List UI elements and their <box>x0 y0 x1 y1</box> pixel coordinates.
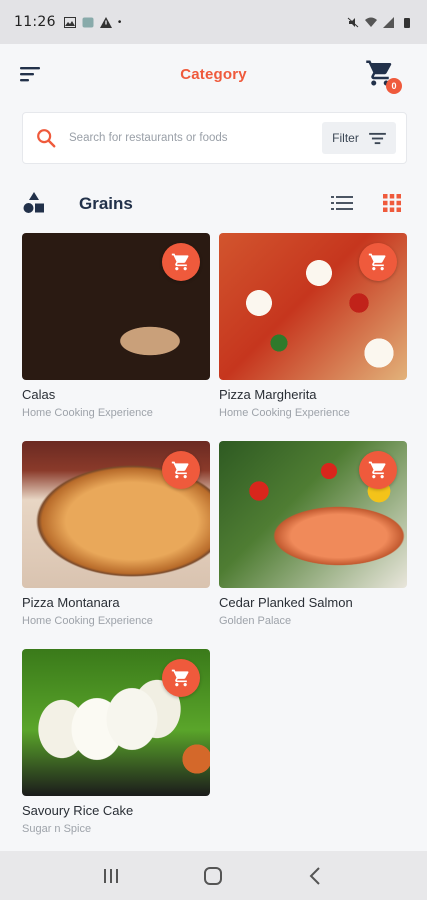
restaurant-name: Home Cooking Experience <box>22 407 153 419</box>
food-name: Cedar Planked Salmon <box>219 595 353 610</box>
battery-icon <box>404 17 410 28</box>
category-name: Grains <box>79 194 133 213</box>
add-to-cart-button[interactable] <box>359 243 397 281</box>
status-bar: 11:26 • <box>0 0 427 44</box>
shopping-cart-icon <box>171 253 189 271</box>
cart-count-badge: 0 <box>386 78 402 94</box>
search-bar: Filter <box>22 112 407 164</box>
recent-apps-icon[interactable] <box>99 864 123 888</box>
home-icon[interactable] <box>201 864 225 888</box>
restaurant-name: Sugar n Spice <box>22 823 92 835</box>
shopping-cart-icon <box>171 461 189 479</box>
category-header: Grains <box>0 188 427 220</box>
search-icon <box>37 129 56 148</box>
filter-icon <box>368 132 386 144</box>
gallery-icon <box>63 16 76 28</box>
wifi-icon <box>365 17 377 27</box>
grid-view-icon[interactable] <box>383 194 401 212</box>
status-time: 11:26 <box>14 14 56 30</box>
restaurant-name: Home Cooking Experience <box>22 615 153 627</box>
app-bar: Category 0 <box>0 44 427 104</box>
page-title: Category <box>180 65 247 83</box>
signal-icon <box>383 16 394 28</box>
add-to-cart-button[interactable] <box>359 451 397 489</box>
food-image <box>22 649 210 796</box>
menu-icon[interactable] <box>18 64 42 84</box>
shapes-icon <box>23 192 44 213</box>
add-to-cart-button[interactable] <box>162 451 200 489</box>
restaurant-name: Home Cooking Experience <box>219 407 350 419</box>
mute-icon <box>347 17 359 27</box>
food-name: Pizza Margherita <box>219 387 317 402</box>
search-input[interactable] <box>69 132 322 144</box>
food-name: Savoury Rice Cake <box>22 803 134 818</box>
food-card[interactable]: Pizza Montanara Home Cooking Experience <box>22 441 210 627</box>
app-notification-icon <box>82 17 94 27</box>
food-card[interactable]: Calas Home Cooking Experience <box>22 233 210 419</box>
shopping-cart-icon <box>171 669 189 687</box>
food-card[interactable]: Pizza Margherita Home Cooking Experience <box>219 233 407 419</box>
food-image <box>219 441 407 588</box>
filter-button[interactable]: Filter <box>322 122 396 154</box>
shopping-cart-icon <box>368 461 386 479</box>
add-to-cart-button[interactable] <box>162 243 200 281</box>
back-icon[interactable] <box>304 864 328 888</box>
system-nav-bar <box>0 851 427 900</box>
dot-icon: • <box>117 16 122 28</box>
food-card[interactable]: Cedar Planked Salmon Golden Palace <box>219 441 407 627</box>
cart-button[interactable]: 0 <box>365 58 402 94</box>
food-image <box>22 441 210 588</box>
food-image <box>219 233 407 380</box>
food-name: Pizza Montanara <box>22 595 120 610</box>
add-to-cart-button[interactable] <box>162 659 200 697</box>
list-view-icon[interactable] <box>331 194 353 212</box>
filter-label: Filter <box>332 131 359 145</box>
food-card[interactable]: Savoury Rice Cake Sugar n Spice <box>22 649 210 835</box>
shopping-cart-icon <box>368 253 386 271</box>
food-name: Calas <box>22 387 56 402</box>
restaurant-name: Golden Palace <box>219 615 292 627</box>
food-image <box>22 233 210 380</box>
warning-icon <box>99 16 112 28</box>
